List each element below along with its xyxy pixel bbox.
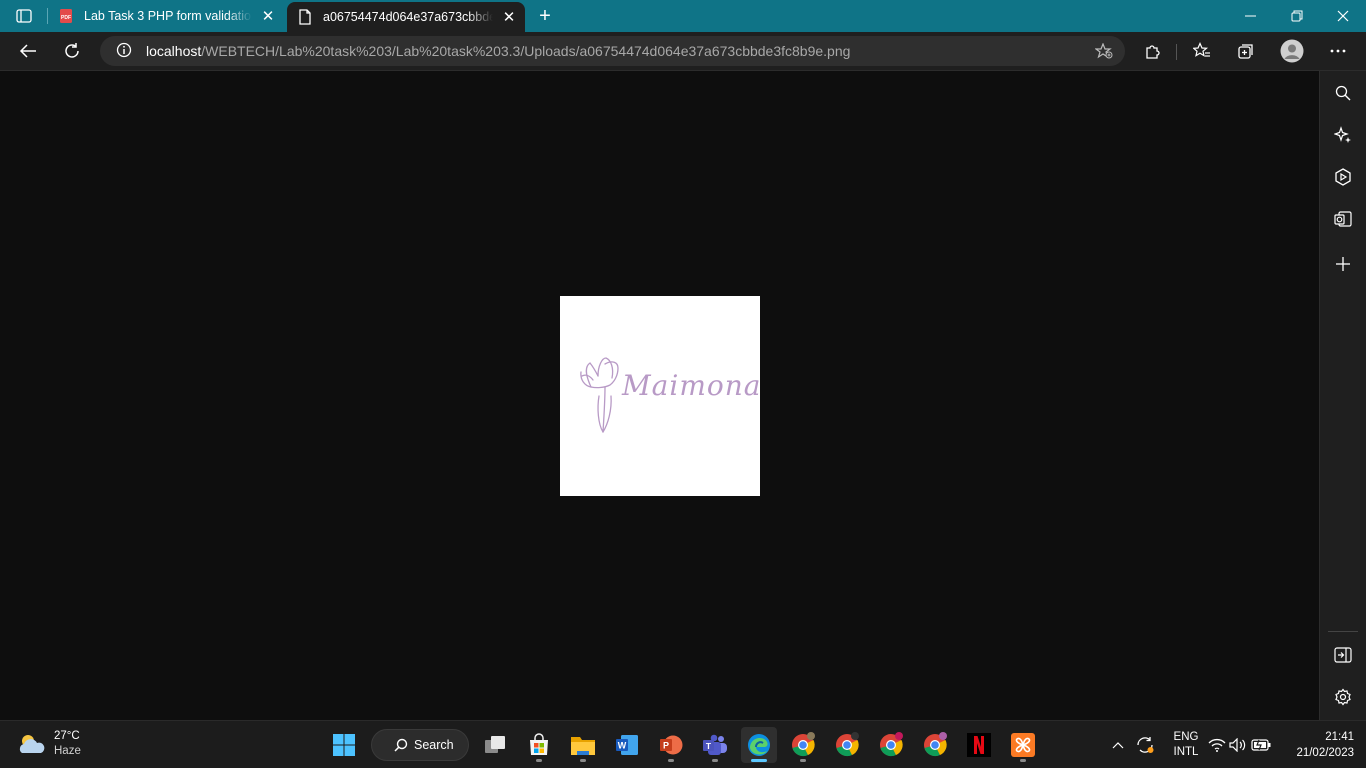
- running-indicator: [1020, 759, 1026, 762]
- favorites-icon[interactable]: [1186, 36, 1218, 66]
- start-button[interactable]: [326, 727, 362, 763]
- outlook-icon[interactable]: [1328, 204, 1358, 234]
- active-indicator: [751, 759, 767, 762]
- url-host: localhost: [146, 43, 202, 59]
- url-path: /WEBTECH/Lab%20task%203/Lab%20task%203.3…: [201, 43, 851, 59]
- site-info-icon[interactable]: [116, 42, 132, 61]
- add-sidebar-app-icon[interactable]: [1328, 249, 1358, 279]
- teams-icon[interactable]: T: [697, 727, 733, 763]
- toolbar-separator: [1176, 44, 1177, 60]
- chrome-profile-3-icon[interactable]: [873, 727, 909, 763]
- document-icon: [297, 9, 313, 25]
- browser-toolbar: localhost/WEBTECH/Lab%20task%203/Lab%20t…: [0, 32, 1366, 71]
- more-menu-icon[interactable]: [1322, 36, 1354, 66]
- close-tab-icon[interactable]: ✕: [258, 6, 278, 26]
- tab-title: a06754474d064e37a673cbbde3fc8b9e.png: [323, 10, 493, 24]
- taskbar-search-label: Search: [414, 738, 454, 752]
- tab-actions-icon[interactable]: [10, 6, 38, 26]
- weather-condition: Haze: [54, 745, 81, 757]
- edge-sidebar: [1319, 71, 1366, 720]
- add-favorite-icon[interactable]: [1094, 42, 1113, 62]
- language-bottom: INTL: [1173, 746, 1199, 758]
- clock-date: 21/02/2023: [1296, 747, 1354, 759]
- tab-title: Lab Task 3 PHP form validation S: [84, 9, 252, 23]
- tab-lab-task-pdf[interactable]: PDF Lab Task 3 PHP form validation S ✕: [48, 0, 284, 32]
- close-tab-icon[interactable]: ✕: [499, 7, 519, 27]
- weather-cloud-sun-icon: [19, 735, 45, 753]
- xampp-icon[interactable]: [1005, 727, 1041, 763]
- language-top: ENG: [1173, 731, 1199, 743]
- profile-avatar[interactable]: [1276, 36, 1308, 66]
- image-viewer: Maimona: [0, 71, 1319, 720]
- running-indicator: [712, 759, 718, 762]
- chrome-profile-4-icon[interactable]: [917, 727, 953, 763]
- language-indicator[interactable]: ENG INTL: [1166, 721, 1206, 768]
- running-indicator: [800, 759, 806, 762]
- hide-sidebar-icon[interactable]: [1328, 640, 1358, 670]
- restore-button[interactable]: [1274, 0, 1320, 32]
- close-window-button[interactable]: [1320, 0, 1366, 32]
- weather-temp: 27°C: [54, 730, 80, 742]
- running-indicator: [536, 759, 542, 762]
- svg-text:PDF: PDF: [61, 15, 71, 21]
- search-icon: [394, 738, 408, 752]
- new-tab-button[interactable]: +: [533, 4, 557, 28]
- volume-icon[interactable]: [1228, 721, 1248, 768]
- taskbar-search-box[interactable]: Search: [371, 729, 469, 761]
- windows-taskbar: 27°C Haze Search W P T ENG INTL 21:41 21…: [0, 720, 1366, 768]
- logo-text: Maimona: [622, 369, 762, 402]
- running-indicator: [580, 759, 586, 762]
- settings-gear-icon[interactable]: [1328, 682, 1358, 712]
- clock-time: 21:41: [1325, 731, 1354, 743]
- wifi-icon[interactable]: [1208, 721, 1226, 768]
- microsoft-store-icon[interactable]: [521, 727, 557, 763]
- refresh-icon[interactable]: [56, 36, 88, 66]
- edge-icon[interactable]: [741, 727, 777, 763]
- address-bar[interactable]: localhost/WEBTECH/Lab%20task%203/Lab%20t…: [100, 36, 1125, 66]
- chevron-up-icon[interactable]: [1106, 721, 1130, 768]
- svg-text:W: W: [618, 741, 627, 751]
- pdf-icon: PDF: [58, 8, 74, 24]
- word-icon[interactable]: W: [609, 727, 645, 763]
- copilot-sparkle-icon[interactable]: [1328, 120, 1358, 150]
- task-view-icon[interactable]: [477, 727, 513, 763]
- clock[interactable]: 21:41 21/02/2023: [1278, 721, 1354, 768]
- tab-strip: PDF Lab Task 3 PHP form validation S ✕ a…: [0, 0, 1366, 32]
- file-explorer-icon[interactable]: [565, 727, 601, 763]
- back-icon[interactable]: [12, 36, 44, 66]
- extensions-icon[interactable]: [1137, 36, 1169, 66]
- netflix-icon[interactable]: [961, 727, 997, 763]
- tab-image-png[interactable]: a06754474d064e37a673cbbde3fc8b9e.png ✕: [287, 2, 525, 32]
- weather-widget[interactable]: 27°C Haze: [16, 729, 81, 759]
- svg-text:P: P: [663, 741, 669, 751]
- chrome-profile-1-icon[interactable]: [785, 727, 821, 763]
- sync-update-icon[interactable]: [1132, 721, 1158, 768]
- uploaded-image: Maimona: [560, 296, 760, 496]
- running-indicator: [668, 759, 674, 762]
- battery-icon[interactable]: [1250, 721, 1272, 768]
- url-text: localhost/WEBTECH/Lab%20task%203/Lab%20t…: [146, 43, 850, 59]
- svg-text:T: T: [706, 741, 712, 751]
- minimize-button[interactable]: [1228, 0, 1274, 32]
- collections-icon[interactable]: [1230, 36, 1262, 66]
- office-icon[interactable]: [1328, 162, 1358, 192]
- sidebar-divider: [1328, 631, 1358, 632]
- chrome-profile-2-icon[interactable]: [829, 727, 865, 763]
- search-icon[interactable]: [1328, 78, 1358, 108]
- screen: PDF Lab Task 3 PHP form validation S ✕ a…: [0, 0, 1366, 768]
- powerpoint-icon[interactable]: P: [653, 727, 689, 763]
